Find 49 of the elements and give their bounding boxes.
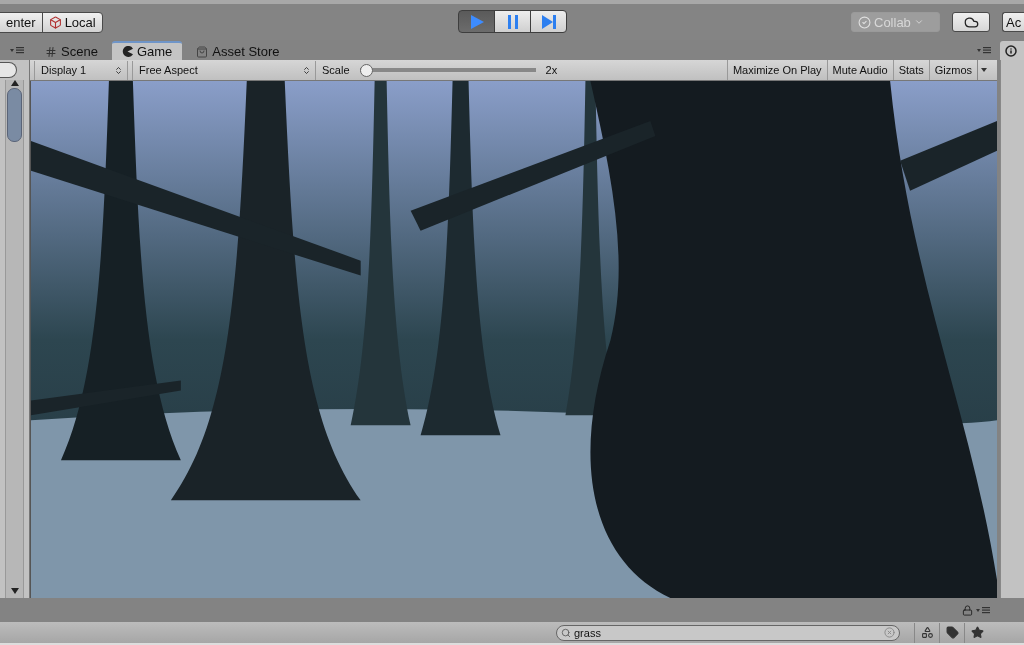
- pivot-button[interactable]: Local: [41, 11, 103, 33]
- star-icon: [970, 626, 984, 639]
- tag-icon: [945, 626, 959, 639]
- play-icon: [468, 13, 485, 30]
- scrollbar[interactable]: [5, 80, 24, 598]
- pause-button[interactable]: [494, 10, 531, 33]
- toggle-button[interactable]: Stats: [892, 60, 929, 80]
- tab[interactable]: Game: [111, 41, 183, 60]
- bag-icon: [196, 45, 209, 58]
- search-field[interactable]: [0, 62, 17, 78]
- updown-icon: [302, 65, 311, 75]
- display-dropdown[interactable]: Display 1: [34, 60, 128, 80]
- shapes-icon: [920, 626, 934, 639]
- caret-icon: [913, 17, 924, 27]
- scroll-thumb[interactable]: [7, 88, 22, 142]
- search-icon: [561, 627, 571, 638]
- toggle-button[interactable]: Mute Audio: [826, 60, 893, 80]
- dropdown-button[interactable]: [977, 60, 989, 80]
- cloud-icon: [963, 14, 979, 30]
- scale-value: 2x: [545, 64, 558, 76]
- pacman-icon: [121, 46, 133, 57]
- step-forward-icon: [540, 13, 557, 30]
- menu-icon[interactable]: [10, 46, 24, 54]
- menu-icon[interactable]: [977, 46, 991, 54]
- account-button[interactable]: Ac: [1002, 12, 1024, 32]
- tab[interactable]: Asset Store: [186, 41, 290, 60]
- lock-icon[interactable]: [962, 604, 973, 616]
- info-icon: [1005, 44, 1017, 57]
- up-arrow-icon: [10, 80, 19, 86]
- toggle-button[interactable]: Maximize On Play: [726, 60, 827, 80]
- search-field[interactable]: grass: [556, 624, 900, 641]
- check-icon: [858, 15, 871, 29]
- grid-icon: [45, 45, 57, 58]
- menu-icon[interactable]: [976, 606, 990, 614]
- aspect-dropdown[interactable]: Free Aspect: [132, 60, 316, 80]
- step-button[interactable]: [530, 10, 567, 33]
- caret-icon: [980, 68, 987, 72]
- pause-icon: [506, 13, 519, 30]
- inspector-tab[interactable]: [1000, 41, 1024, 60]
- pivot-button[interactable]: enter: [0, 11, 43, 33]
- cube-icon: [48, 15, 62, 29]
- cloud-button[interactable]: [952, 12, 990, 32]
- scale-label: Scale: [322, 64, 350, 76]
- toggle-button[interactable]: Gizmos: [928, 60, 977, 80]
- tab[interactable]: Scene: [35, 41, 108, 60]
- slider-thumb[interactable]: [359, 63, 373, 77]
- down-arrow-icon: [10, 588, 19, 594]
- scale-slider[interactable]: [359, 63, 536, 77]
- updown-icon: [114, 65, 123, 75]
